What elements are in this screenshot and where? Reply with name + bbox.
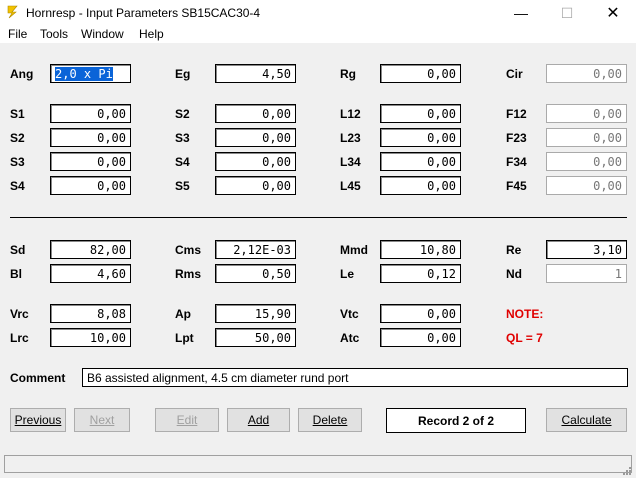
edit-button[interactable]: Edit (155, 408, 219, 432)
field-cms[interactable]: 2,12E-03 (215, 240, 296, 259)
label-vrc: Vrc (10, 307, 29, 321)
label-s1: S1 (10, 107, 25, 121)
label-mmd: Mmd (340, 243, 368, 257)
label-l34: L34 (340, 155, 361, 169)
field-f12[interactable]: 0,00 (546, 104, 627, 123)
menu-tools[interactable]: Tools (40, 27, 68, 41)
field-l34[interactable]: 0,00 (380, 152, 461, 171)
section-divider (10, 217, 627, 218)
field-rms[interactable]: 0,50 (215, 264, 296, 283)
field-vrc[interactable]: 8,08 (50, 304, 131, 323)
label-s3-throat: S3 (10, 155, 25, 169)
field-s2-throat[interactable]: 0,00 (50, 128, 131, 147)
label-re: Re (506, 243, 522, 257)
label-cms: Cms (175, 243, 202, 257)
resize-grip-icon[interactable] (622, 466, 632, 476)
note-label: NOTE: (506, 307, 544, 321)
field-nd[interactable]: 1 (546, 264, 627, 283)
label-ang: Ang (10, 67, 34, 81)
label-f34: F34 (506, 155, 527, 169)
close-icon[interactable]: ✕ (590, 0, 636, 26)
label-bl: Bl (10, 267, 22, 281)
field-f34[interactable]: 0,00 (546, 152, 627, 171)
label-cir: Cir (506, 67, 523, 81)
label-f23: F23 (506, 131, 527, 145)
label-s2-throat: S2 (10, 131, 25, 145)
label-s4-throat: S4 (10, 179, 25, 193)
menu-bar: File Tools Window Help (0, 26, 636, 44)
menu-help[interactable]: Help (139, 27, 164, 41)
label-rg: Rg (340, 67, 356, 81)
hornresp-app-icon (7, 5, 18, 19)
field-ap[interactable]: 15,90 (215, 304, 296, 323)
field-f23[interactable]: 0,00 (546, 128, 627, 147)
record-indicator: Record 2 of 2 (386, 408, 526, 433)
previous-button[interactable]: Previous (10, 408, 66, 432)
status-bar (4, 455, 632, 473)
label-eg: Eg (175, 67, 191, 81)
field-s2[interactable]: 0,00 (215, 104, 296, 123)
menu-file[interactable]: File (8, 27, 27, 41)
field-mmd[interactable]: 10,80 (380, 240, 461, 259)
field-s4[interactable]: 0,00 (215, 152, 296, 171)
label-sd: Sd (10, 243, 26, 257)
field-s5[interactable]: 0,00 (215, 176, 296, 195)
title-bar: Hornresp - Input Parameters SB15CAC30-4 … (0, 0, 636, 26)
field-re[interactable]: 3,10 (546, 240, 627, 259)
calculate-button[interactable]: Calculate (546, 408, 627, 432)
label-s2: S2 (175, 107, 190, 121)
field-le[interactable]: 0,12 (380, 264, 461, 283)
comment-label: Comment (10, 371, 66, 385)
comment-field[interactable]: B6 assisted alignment, 4.5 cm diameter r… (82, 368, 628, 387)
label-s3: S3 (175, 131, 190, 145)
label-le: Le (340, 267, 355, 281)
field-bl[interactable]: 4,60 (50, 264, 131, 283)
field-l45[interactable]: 0,00 (380, 176, 461, 195)
field-s3[interactable]: 0,00 (215, 128, 296, 147)
field-sd[interactable]: 82,00 (50, 240, 131, 259)
label-lrc: Lrc (10, 331, 29, 345)
minimize-icon[interactable]: — (498, 0, 544, 26)
field-l23[interactable]: 0,00 (380, 128, 461, 147)
label-lpt: Lpt (175, 331, 194, 345)
note-ql: QL = 7 (506, 331, 543, 345)
label-l23: L23 (340, 131, 361, 145)
label-atc: Atc (340, 331, 360, 345)
label-ap: Ap (175, 307, 191, 321)
field-lrc[interactable]: 10,00 (50, 328, 131, 347)
add-button[interactable]: Add (227, 408, 290, 432)
field-lpt[interactable]: 50,00 (215, 328, 296, 347)
next-button[interactable]: Next (74, 408, 130, 432)
label-l12: L12 (340, 107, 361, 121)
field-vtc[interactable]: 0,00 (380, 304, 461, 323)
field-atc[interactable]: 0,00 (380, 328, 461, 347)
label-f12: F12 (506, 107, 527, 121)
field-s3-throat[interactable]: 0,00 (50, 152, 131, 171)
field-cir[interactable]: 0,00 (546, 64, 627, 83)
label-vtc: Vtc (340, 307, 359, 321)
field-ang-selected-text: 2,0 x Pi (55, 67, 113, 81)
label-s5: S5 (175, 179, 190, 193)
label-rms: Rms (175, 267, 202, 281)
field-eg[interactable]: 4,50 (215, 64, 296, 83)
label-s4: S4 (175, 155, 190, 169)
field-s1[interactable]: 0,00 (50, 104, 131, 123)
field-s4-throat[interactable]: 0,00 (50, 176, 131, 195)
maximize-icon[interactable]: ☐ (544, 0, 590, 26)
menu-window[interactable]: Window (81, 27, 124, 41)
field-rg[interactable]: 0,00 (380, 64, 461, 83)
label-l45: L45 (340, 179, 361, 193)
field-ang[interactable]: 2,0 x Pi (50, 64, 131, 83)
label-nd: Nd (506, 267, 522, 281)
window-title: Hornresp - Input Parameters SB15CAC30-4 (26, 6, 261, 20)
field-l12[interactable]: 0,00 (380, 104, 461, 123)
label-f45: F45 (506, 179, 527, 193)
field-f45[interactable]: 0,00 (546, 176, 627, 195)
delete-button[interactable]: Delete (298, 408, 362, 432)
